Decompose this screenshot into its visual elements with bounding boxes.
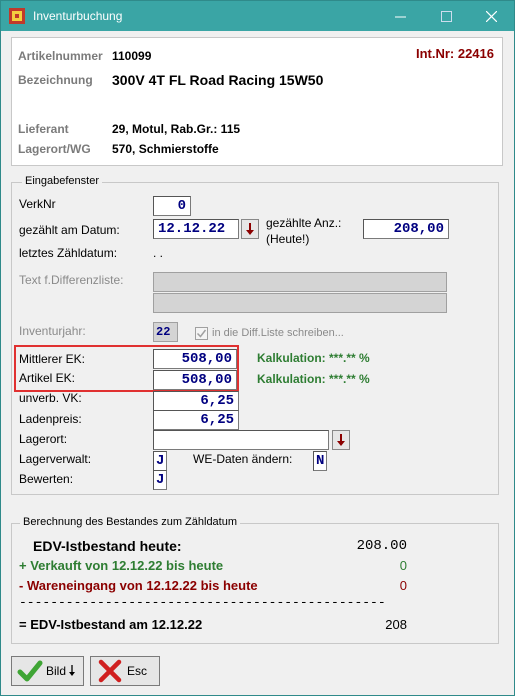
minimize-icon[interactable]	[377, 1, 423, 31]
datum-dropdown-button[interactable]	[241, 219, 259, 239]
artikelnummer-label: Artikelnummer	[18, 49, 103, 63]
lagerverwalt-input[interactable]: J	[153, 451, 167, 471]
edv-istbestand-label: EDV-Istbestand heute:	[33, 538, 182, 554]
verkauft-label: + Verkauft von 12.12.22 bis heute	[19, 558, 224, 573]
arrow-down-icon	[246, 223, 254, 235]
datum-input[interactable]: 12.12.22	[153, 219, 239, 239]
arrow-down-icon	[337, 434, 345, 446]
artikel-ek-label: Artikel EK:	[19, 371, 76, 385]
lagerort-dropdown-button[interactable]	[332, 430, 350, 450]
we-daten-input[interactable]: N	[313, 451, 327, 471]
letztes-zaehldatum-label: letztes Zähldatum:	[19, 246, 118, 260]
bezeichnung-value: 300V 4T FL Road Racing 15W50	[112, 72, 324, 88]
article-info-panel: Artikelnummer 110099 Int.Nr: 22416 Bezei…	[11, 37, 503, 166]
intnr-value: Int.Nr: 22416	[415, 46, 494, 61]
verknr-label: VerkNr	[19, 197, 56, 211]
bezeichnung-label: Bezeichnung	[18, 73, 93, 87]
text-differenzliste-label: Text f.Differenzliste:	[19, 273, 124, 287]
bewerten-input[interactable]: J	[153, 470, 167, 490]
lieferant-label: Lieferant	[18, 122, 69, 136]
arrow-down-icon	[69, 665, 76, 676]
lagerverwalt-label: Lagerverwalt:	[19, 452, 92, 466]
verkauft-value: 0	[399, 558, 407, 573]
app-icon	[9, 8, 25, 24]
edv-istbestand-value: 208.00	[356, 538, 407, 554]
berechnung-legend: Berechnung des Bestandes zum Zähldatum	[20, 516, 241, 528]
artikelnummer-value: 110099	[112, 49, 152, 63]
checkmark-icon	[196, 329, 207, 338]
close-icon[interactable]	[468, 1, 514, 31]
kalkulation-2: Kalkulation: ***.** %	[257, 372, 370, 386]
kalkulation-1: Kalkulation: ***.** %	[257, 351, 370, 365]
bewerten-label: Bewerten:	[19, 472, 74, 486]
result-value: 208	[385, 617, 407, 632]
esc-button-label: Esc	[127, 664, 148, 678]
letztes-zaehldatum-value: . .	[153, 246, 164, 260]
ladenpreis-input[interactable]: 6,25	[153, 410, 239, 430]
mittlerer-ek-input[interactable]: 508,00	[153, 349, 237, 369]
checkmark-icon	[17, 660, 43, 682]
eingabefenster-legend: Eingabefenster	[22, 175, 102, 187]
lagerort-input[interactable]	[153, 430, 329, 450]
diffliste-label: in die Diff.Liste schreiben...	[212, 327, 344, 339]
inventurjahr-label: Inventurjahr:	[19, 324, 86, 338]
verknr-input[interactable]: 0	[153, 196, 191, 216]
unverb-vk-label: unverb. VK:	[19, 391, 82, 405]
window-title: Inventurbuchung	[33, 9, 123, 23]
title-bar: Inventurbuchung	[1, 1, 514, 31]
datum-label: gezählt am Datum:	[19, 223, 120, 237]
lagerort-wg-value: 570, Schmierstoffe	[112, 142, 219, 156]
close-icon	[98, 659, 122, 683]
text-differenzliste-input-2[interactable]	[153, 293, 447, 313]
wareneingang-label: - Wareneingang von 12.12.22 bis heute	[19, 578, 258, 593]
inventurbuchung-window: Inventurbuchung Artikelnummer 110099 Int…	[0, 0, 515, 696]
bild-button[interactable]: Bild	[11, 656, 84, 686]
mittlerer-ek-label: Mittlerer EK:	[19, 352, 86, 366]
we-daten-label: WE-Daten ändern:	[193, 452, 293, 466]
gezaehlte-anz-label: gezählte Anz.:	[266, 216, 342, 230]
separator-dashes: ----------------------------------------…	[19, 595, 386, 610]
lagerort-wg-label: Lagerort/WG	[18, 142, 91, 156]
unverb-vk-input[interactable]: 6,25	[153, 391, 239, 411]
inventurjahr-input[interactable]: 22	[153, 322, 178, 342]
text-differenzliste-input-1[interactable]	[153, 272, 447, 292]
wareneingang-value: 0	[399, 578, 407, 593]
maximize-icon[interactable]	[423, 1, 469, 31]
diffliste-checkbox[interactable]	[195, 327, 208, 340]
gezaehlte-anz-input[interactable]: 208,00	[363, 219, 449, 239]
bild-button-label: Bild	[46, 664, 67, 678]
lagerort-label: Lagerort:	[19, 432, 68, 446]
result-label: = EDV-Istbestand am 12.12.22	[19, 617, 203, 632]
artikel-ek-input[interactable]: 508,00	[153, 370, 237, 390]
lieferant-value: 29, Motul, Rab.Gr.: 115	[112, 122, 241, 136]
esc-button[interactable]: Esc	[90, 656, 160, 686]
heute-label: (Heute!)	[266, 232, 310, 246]
ladenpreis-label: Ladenpreis:	[19, 412, 82, 426]
